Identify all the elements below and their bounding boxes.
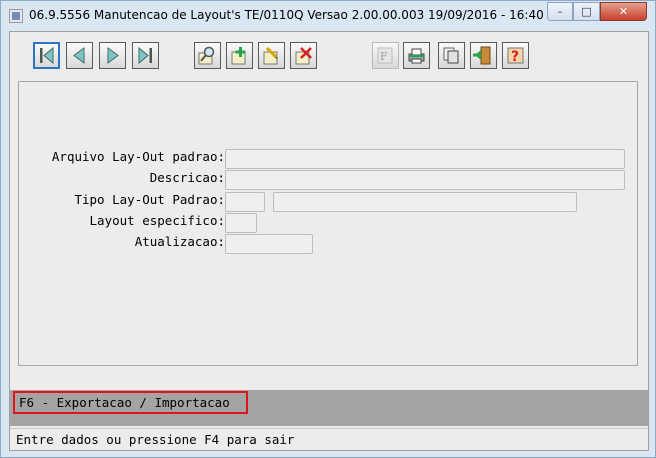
filter-button[interactable]: F [372, 42, 399, 69]
maximize-button[interactable]: □ [573, 2, 600, 21]
tipo-layout-padrao-label: Tipo Lay-Out Padrao: [74, 192, 225, 207]
help-icon: ? [507, 47, 524, 65]
status-bar: Entre dados ou pressione F4 para sair [10, 428, 648, 450]
f6-export-import-key[interactable]: F6 - Exportacao / Importacao [13, 391, 248, 414]
toolbar: F ? [10, 32, 648, 80]
first-record-button[interactable] [33, 42, 60, 69]
app-window: 06.9.5556 Manutencao de Layout's TE/0110… [0, 0, 656, 458]
descricao-label: Descricao: [149, 170, 225, 185]
tipo-layout-padrao-code-field[interactable] [225, 192, 265, 212]
first-record-icon [40, 46, 54, 65]
next-record-icon [107, 47, 119, 64]
function-key-bar: F6 - Exportacao / Importacao [10, 390, 648, 426]
copy-button[interactable] [438, 42, 465, 69]
search-button[interactable] [194, 42, 221, 69]
help-button[interactable]: ? [502, 42, 529, 69]
minimize-icon: – [557, 5, 563, 18]
maximize-icon: □ [581, 5, 592, 18]
edit-record-button[interactable] [258, 42, 285, 69]
previous-record-icon [73, 47, 85, 64]
tipo-layout-padrao-description-field[interactable] [273, 192, 577, 212]
descricao-field[interactable] [225, 170, 625, 190]
client-area: F ? Arquivo Lay-Out padrao: Descricao: T… [9, 31, 649, 451]
last-record-icon [138, 46, 152, 65]
svg-text:F: F [380, 50, 388, 63]
previous-record-button[interactable] [66, 42, 93, 69]
status-message: Entre dados ou pressione F4 para sair [16, 432, 295, 447]
delete-record-icon [295, 47, 312, 65]
print-button[interactable] [403, 42, 430, 69]
minimize-button[interactable]: – [547, 2, 573, 21]
layout-especifico-field[interactable] [225, 213, 257, 233]
last-record-button[interactable] [132, 42, 159, 69]
atualizacao-label: Atualizacao: [134, 234, 225, 249]
title-bar[interactable]: 06.9.5556 Manutencao de Layout's TE/0110… [1, 1, 655, 31]
close-icon: ✕ [618, 5, 629, 18]
window-title: 06.9.5556 Manutencao de Layout's TE/0110… [29, 8, 544, 22]
atualizacao-field[interactable] [225, 234, 313, 254]
magnifier-icon [198, 46, 215, 65]
copy-icon [443, 47, 459, 64]
form-panel: Arquivo Lay-Out padrao: Descricao: Tipo … [18, 81, 638, 366]
edit-record-icon [263, 46, 278, 65]
print-icon [408, 48, 425, 64]
svg-text:?: ? [511, 49, 519, 65]
filter-icon: F [377, 47, 393, 64]
close-button[interactable]: ✕ [600, 2, 647, 21]
exit-door-icon [473, 46, 491, 65]
app-icon [9, 9, 23, 23]
delete-record-button[interactable] [290, 42, 317, 69]
exit-button[interactable] [470, 42, 497, 69]
add-record-icon [231, 47, 246, 65]
add-record-button[interactable] [226, 42, 253, 69]
arquivo-layout-padrao-field[interactable] [225, 149, 625, 169]
layout-especifico-label: Layout especifico: [89, 213, 225, 228]
next-record-button[interactable] [99, 42, 126, 69]
arquivo-layout-padrao-label: Arquivo Lay-Out padrao: [51, 149, 225, 164]
